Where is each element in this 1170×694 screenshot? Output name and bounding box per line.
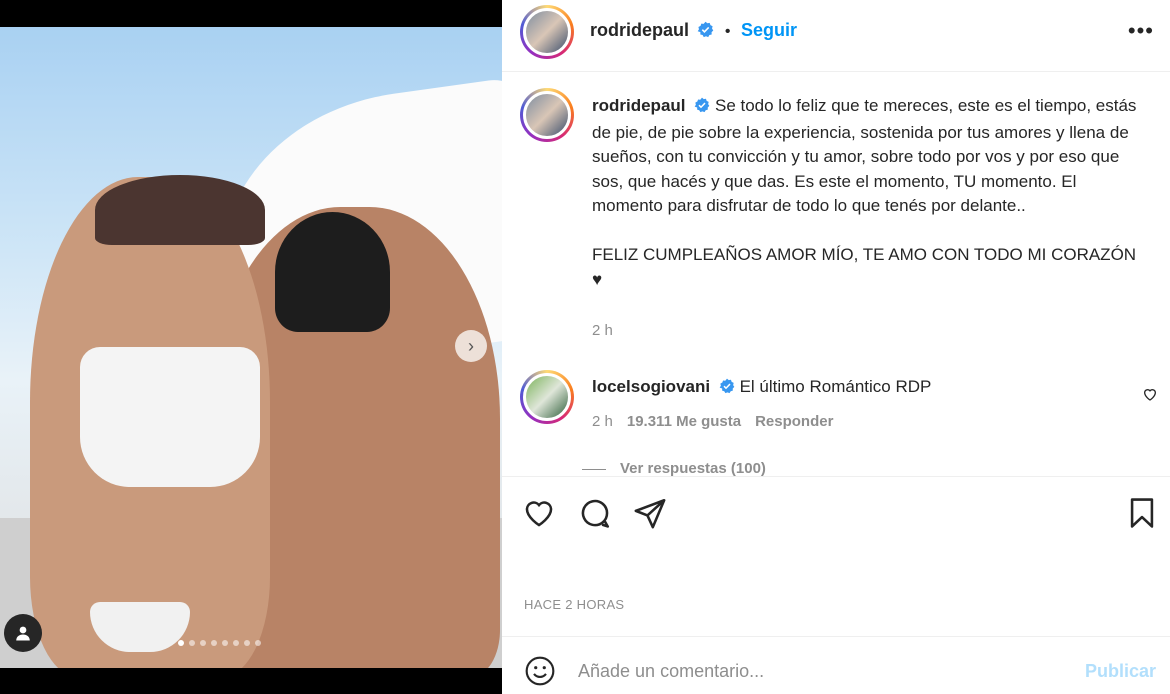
author-username[interactable]: rodridepaul: [590, 20, 689, 40]
black-cap: [275, 212, 390, 332]
caption-time[interactable]: 2 h: [592, 322, 613, 339]
verified-badge-icon: [697, 21, 714, 43]
commenter-username[interactable]: locelsogiovani: [592, 377, 710, 396]
post-header: rodridepaul • Seguir •••: [502, 0, 1170, 72]
post-photo[interactable]: [0, 27, 502, 668]
carousel-dot[interactable]: [255, 640, 261, 646]
author-avatar[interactable]: [520, 5, 574, 59]
chevron-right-icon[interactable]: ›: [455, 330, 487, 362]
more-horizontal-icon[interactable]: •••: [1128, 18, 1154, 44]
emoji-icon[interactable]: [524, 655, 556, 692]
carousel-dot[interactable]: [244, 640, 250, 646]
white-top: [80, 347, 260, 487]
post-timestamp[interactable]: HACE 2 HORAS: [524, 597, 624, 612]
add-comment-bar: Publicar: [502, 636, 1170, 694]
carousel-dots: [178, 640, 261, 646]
comment-meta: 2 h 19.311 Me gusta Responder: [592, 413, 833, 430]
comment-likes[interactable]: 19.311 Me gusta: [627, 413, 741, 430]
reply-button[interactable]: Responder: [755, 413, 833, 430]
follow-button[interactable]: Seguir: [741, 20, 797, 40]
brown-cap: [95, 175, 265, 245]
carousel-dot[interactable]: [178, 640, 184, 646]
carousel-dot[interactable]: [189, 640, 195, 646]
post-sidebar: rodridepaul • Seguir ••• rodridepaul Se …: [502, 0, 1170, 694]
publish-button[interactable]: Publicar: [1085, 661, 1156, 682]
caption-body-2: FELIZ CUMPLEAÑOS AMOR MÍO, TE AMO CON TO…: [592, 245, 1137, 289]
instagram-post: › rodridepaul • Seguir ••• rodridepaul S…: [0, 0, 1170, 694]
comment-input[interactable]: [578, 655, 1058, 687]
carousel-dot[interactable]: [211, 640, 217, 646]
post-media: ›: [0, 0, 502, 694]
caption: rodridepaul Se todo lo feliz que te mere…: [592, 94, 1142, 292]
carousel-dot[interactable]: [200, 640, 206, 646]
caption-avatar[interactable]: [520, 88, 574, 142]
action-bar: [502, 478, 1170, 548]
send-icon[interactable]: [633, 496, 667, 530]
commenter-avatar[interactable]: [520, 370, 574, 424]
carousel-dot[interactable]: [222, 640, 228, 646]
comments-section: rodridepaul Se todo lo feliz que te mere…: [502, 72, 1170, 477]
comment-time[interactable]: 2 h: [592, 413, 613, 430]
user-tag-icon[interactable]: [4, 614, 42, 652]
comment: locelsogiovani El último Romántico RDP: [592, 377, 931, 399]
comment-like-icon[interactable]: [1142, 386, 1158, 407]
comment-body: El último Romántico RDP: [739, 377, 932, 396]
verified-badge-icon: [719, 378, 735, 399]
bookmark-icon[interactable]: [1125, 496, 1159, 530]
carousel-dot[interactable]: [233, 640, 239, 646]
view-replies-button[interactable]: Ver respuestas (100): [620, 460, 766, 476]
caption-username[interactable]: rodridepaul: [592, 96, 686, 115]
comment-icon[interactable]: [578, 496, 612, 530]
separator-dot: •: [724, 23, 731, 40]
heart-icon[interactable]: [522, 496, 556, 530]
verified-badge-icon: [694, 96, 710, 121]
